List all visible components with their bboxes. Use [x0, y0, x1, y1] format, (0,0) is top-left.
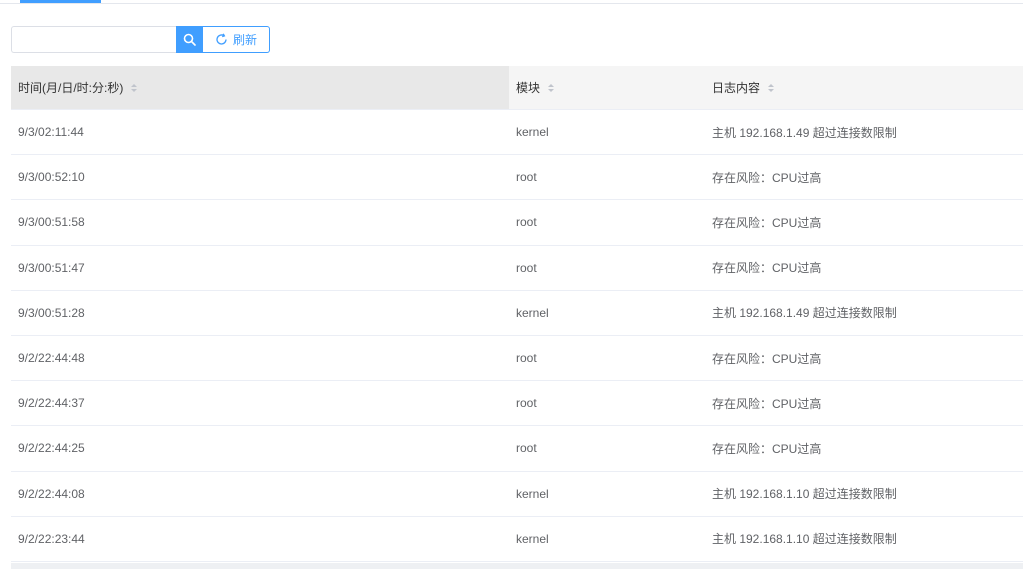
- column-header-time[interactable]: 时间(月/日/时:分:秒): [11, 66, 509, 109]
- search-button[interactable]: [176, 26, 203, 53]
- sort-icon[interactable]: [548, 83, 555, 92]
- cell-time: 9/2/22:44:48: [18, 351, 85, 366]
- cell-content: 存在风险：CPU过高: [712, 215, 822, 230]
- cell-content: 存在风险：CPU过高: [712, 170, 822, 185]
- cell-module: root: [516, 170, 537, 185]
- cell-content: 存在风险：CPU过高: [712, 261, 822, 276]
- table-header: 时间(月/日/时:分:秒) 模块 日志内容: [11, 66, 1023, 110]
- table-row[interactable]: 9/2/22:44:25 root 存在风险：CPU过高: [11, 426, 1023, 472]
- table-row[interactable]: 9/3/02:11:44 kernel 主机 192.168.1.49 超过连接…: [11, 110, 1023, 156]
- cell-time: 9/3/00:51:47: [18, 260, 85, 275]
- table-row[interactable]: 9/3/00:51:28 kernel 主机 192.168.1.49 超过连接…: [11, 291, 1023, 336]
- cell-content: 存在风险：CPU过高: [712, 351, 822, 366]
- sort-icon[interactable]: [131, 83, 138, 92]
- sort-icon[interactable]: [768, 83, 775, 92]
- cell-time: 9/3/00:52:10: [18, 170, 85, 185]
- table-row[interactable]: 9/2/22:44:08 kernel 主机 192.168.1.10 超过连接…: [11, 472, 1023, 517]
- cell-module: root: [516, 441, 537, 456]
- column-header-module[interactable]: 模块: [509, 66, 705, 109]
- cell-time: 9/2/22:44:25: [18, 441, 85, 456]
- cell-time: 9/3/00:51:58: [18, 215, 85, 230]
- cell-content: 主机 192.168.1.49 超过连接数限制: [712, 306, 897, 321]
- cell-module: root: [516, 260, 537, 275]
- cell-module: kernel: [516, 486, 549, 501]
- column-header-label: 日志内容: [712, 81, 761, 95]
- cell-module: root: [516, 396, 537, 411]
- cell-content: 主机 192.168.1.49 超过连接数限制: [712, 125, 897, 140]
- table-row[interactable]: 9/3/00:52:10 root 存在风险：CPU过高: [11, 155, 1023, 201]
- tab-bar: [0, 0, 1023, 4]
- cell-time: 9/3/00:51:28: [18, 305, 85, 320]
- cell-content: 存在风险：CPU过高: [712, 441, 822, 456]
- table-row[interactable]: 9/2/22:44:37 root 存在风险：CPU过高: [11, 381, 1023, 427]
- log-table: 时间(月/日/时:分:秒) 模块 日志内容 9/3/02:11:44 kerne…: [11, 66, 1023, 562]
- cell-content: 主机 192.168.1.10 超过连接数限制: [712, 487, 897, 502]
- cell-time: 9/2/22:44:37: [18, 396, 85, 411]
- column-header-label: 时间(月/日/时:分:秒): [18, 81, 124, 95]
- cell-module: kernel: [516, 305, 549, 320]
- cell-time: 9/3/02:11:44: [18, 125, 84, 140]
- table-body: 9/3/02:11:44 kernel 主机 192.168.1.49 超过连接…: [11, 110, 1023, 562]
- table-row[interactable]: 9/3/00:51:58 root 存在风险：CPU过高: [11, 200, 1023, 246]
- cell-module: kernel: [516, 531, 549, 546]
- cell-time: 9/2/22:44:08: [18, 486, 85, 501]
- cell-content: 存在风险：CPU过高: [712, 396, 822, 411]
- cell-content: 主机 192.168.1.10 超过连接数限制: [712, 532, 897, 547]
- table-row[interactable]: 9/3/00:51:47 root 存在风险：CPU过高: [11, 246, 1023, 291]
- table-row[interactable]: 9/2/22:44:48 root 存在风险：CPU过高: [11, 336, 1023, 382]
- column-header-label: 模块: [516, 81, 541, 95]
- cell-time: 9/2/22:23:44: [18, 531, 85, 546]
- column-header-content[interactable]: 日志内容: [705, 66, 1023, 109]
- active-tab-indicator[interactable]: [20, 0, 101, 3]
- search-input[interactable]: [11, 26, 176, 53]
- refresh-icon: [216, 33, 227, 45]
- search-icon: [183, 33, 196, 46]
- cell-module: root: [516, 351, 537, 366]
- table-row[interactable]: 9/2/22:23:44 kernel 主机 192.168.1.10 超过连接…: [11, 517, 1023, 562]
- search-toolbar: 刷新: [11, 26, 271, 53]
- horizontal-scrollbar[interactable]: [11, 563, 1023, 569]
- refresh-label: 刷新: [233, 33, 258, 47]
- cell-module: root: [516, 215, 537, 230]
- refresh-button[interactable]: 刷新: [203, 26, 271, 53]
- cell-module: kernel: [516, 125, 549, 140]
